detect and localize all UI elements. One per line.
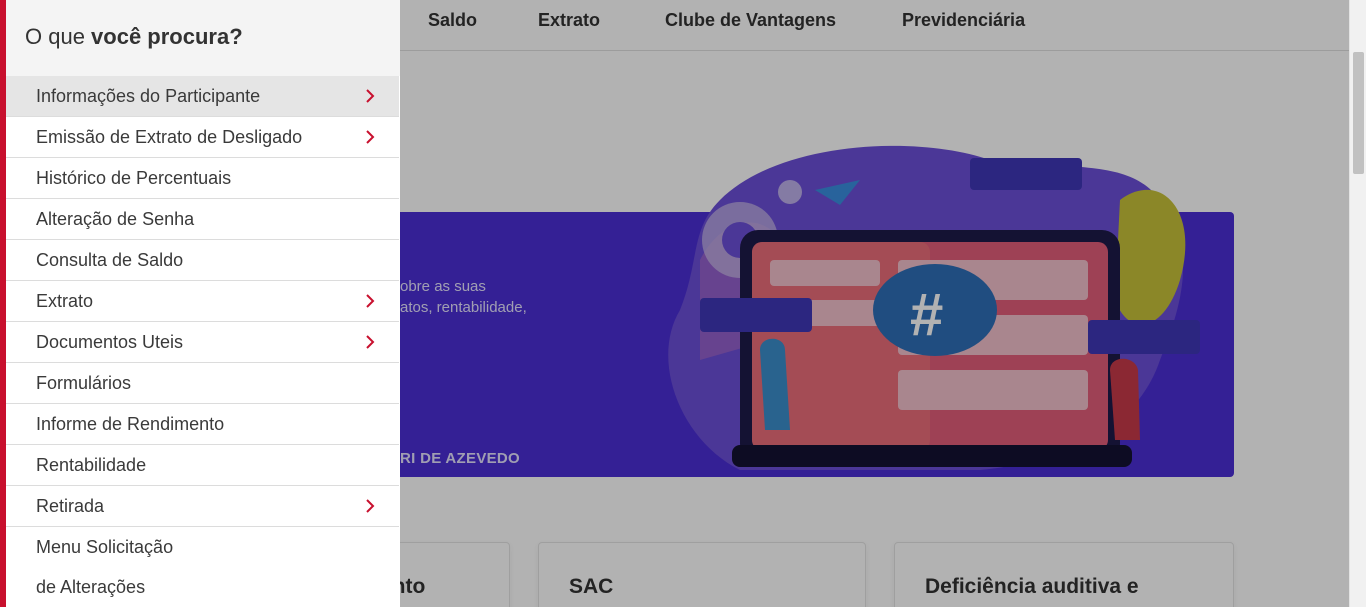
drawer-title-prefix: O que xyxy=(25,24,92,49)
menu-item-informe-rendimento[interactable]: Informe de Rendimento xyxy=(6,404,399,445)
drawer-title: O que você procura? xyxy=(25,24,243,50)
menu-item-label: Consulta de Saldo xyxy=(36,249,184,270)
drawer-title-bold: você procura? xyxy=(91,24,243,49)
side-menu-drawer: O que você procura? Informações do Parti… xyxy=(0,0,400,607)
menu-item-informacoes-participante[interactable]: Informações do Participante xyxy=(6,76,399,117)
chevron-right-icon xyxy=(366,499,375,513)
menu-item-label: Menu Solicitação xyxy=(36,536,174,557)
chevron-right-icon xyxy=(366,335,375,349)
menu-item-menu-solicitacao[interactable]: Menu Solicitação xyxy=(6,527,399,567)
menu-item-de-alteracoes[interactable]: de Alterações xyxy=(6,567,399,607)
chevron-right-icon xyxy=(366,89,375,103)
menu-item-label: Informações do Participante xyxy=(36,85,261,106)
menu-item-label: Documentos Uteis xyxy=(36,331,184,352)
menu-item-label: Rentabilidade xyxy=(36,454,147,475)
menu-item-formularios[interactable]: Formulários xyxy=(6,363,399,404)
menu-item-extrato[interactable]: Extrato xyxy=(6,281,399,322)
menu-item-label: Retirada xyxy=(36,495,105,516)
chevron-right-icon xyxy=(366,130,375,144)
drawer-header: O que você procura? xyxy=(6,0,400,76)
menu-item-label: Extrato xyxy=(36,290,94,311)
menu-item-label: Informe de Rendimento xyxy=(36,413,225,434)
chevron-right-icon xyxy=(366,294,375,308)
scrollbar-thumb[interactable] xyxy=(1353,52,1364,174)
menu-item-alteracao-senha[interactable]: Alteração de Senha xyxy=(6,199,399,240)
menu-item-emissao-extrato-desligado[interactable]: Emissão de Extrato de Desligado xyxy=(6,117,399,158)
menu-item-label: Emissão de Extrato de Desligado xyxy=(36,126,303,147)
menu-item-consulta-saldo[interactable]: Consulta de Saldo xyxy=(6,240,399,281)
menu-item-historico-percentuais[interactable]: Histórico de Percentuais xyxy=(6,158,399,199)
menu-item-label: Formulários xyxy=(36,372,132,393)
menu-item-label: de Alterações xyxy=(36,576,146,597)
menu-item-documentos-uteis[interactable]: Documentos Uteis xyxy=(6,322,399,363)
page-scrollbar[interactable] xyxy=(1349,0,1366,607)
menu-item-retirada[interactable]: Retirada xyxy=(6,486,399,527)
menu-item-label: Histórico de Percentuais xyxy=(36,167,232,188)
menu-item-label: Alteração de Senha xyxy=(36,208,195,229)
menu-item-rentabilidade[interactable]: Rentabilidade xyxy=(6,445,399,486)
drawer-menu: Informações do Participante Emissão de E… xyxy=(6,76,399,607)
